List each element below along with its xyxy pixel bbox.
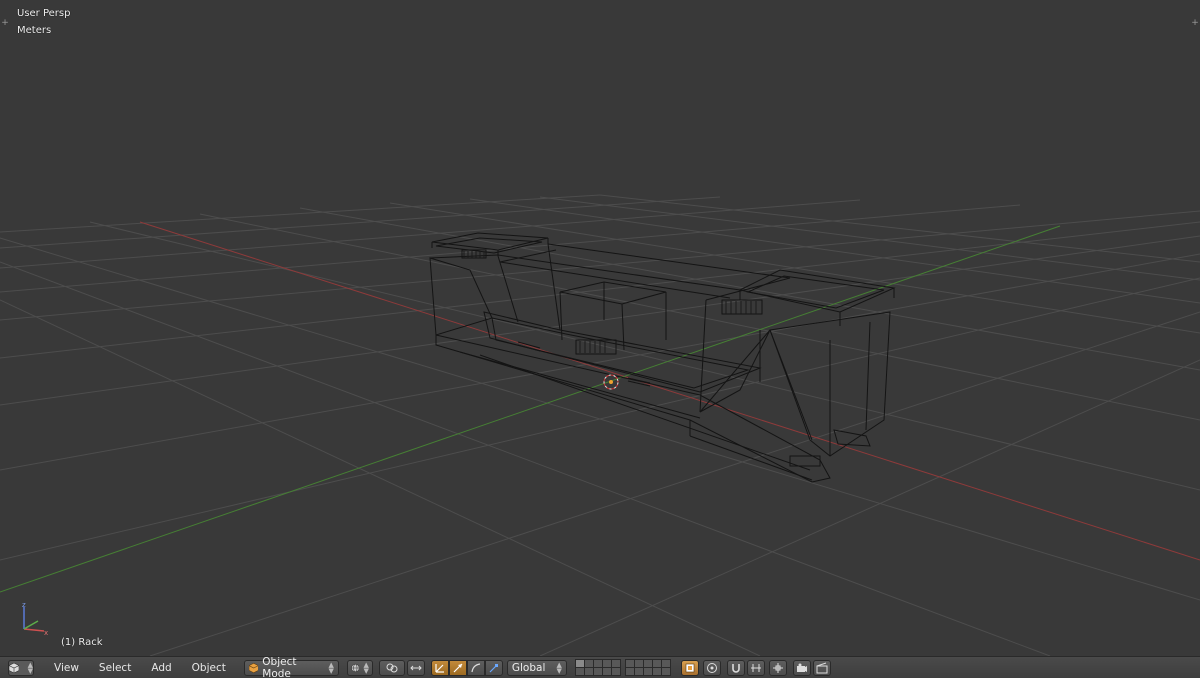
3d-viewport[interactable]: + + User Persp Meters z x (1) Rack xyxy=(0,0,1200,656)
rack-wireframe[interactable] xyxy=(429,232,896,483)
y-axis-line xyxy=(0,225,1061,593)
axes-gizmo-icon: z x xyxy=(22,601,48,637)
layer-lock-icon xyxy=(685,663,695,672)
viewport-shading-dropdown[interactable]: ▲ ▼ xyxy=(346,659,373,676)
manipulator-toggle[interactable] xyxy=(430,659,449,676)
arrow-icon xyxy=(453,663,463,672)
pivot-dropdown[interactable] xyxy=(378,659,405,676)
cube-icon xyxy=(9,662,19,673)
object-cube-icon xyxy=(248,662,259,673)
snap-increment-icon xyxy=(750,663,761,672)
mode-dropdown[interactable]: Object Mode ▲ ▼ xyxy=(243,656,339,678)
snap-target-dropdown[interactable] xyxy=(768,659,787,676)
active-object-label: (1) Rack xyxy=(61,637,103,648)
layers-grid-a[interactable] xyxy=(574,659,621,676)
magnet-icon xyxy=(732,663,740,673)
floor-grid xyxy=(0,194,1200,656)
svg-text:z: z xyxy=(22,601,26,609)
menu-object[interactable]: Object xyxy=(182,662,236,674)
snap-toggle[interactable] xyxy=(726,659,745,676)
viewport-scene[interactable] xyxy=(0,0,1200,656)
editor-type-selector[interactable]: ▲ ▼ xyxy=(8,659,34,676)
updown-arrows-icon: ▲ ▼ xyxy=(363,660,369,675)
translate-manipulator-button[interactable] xyxy=(448,659,467,676)
region-expand-right-icon[interactable]: + xyxy=(1190,16,1200,30)
snap-element-dropdown[interactable] xyxy=(746,659,765,676)
menu-select[interactable]: Select xyxy=(89,662,141,674)
pivot-icon xyxy=(386,663,398,672)
3d-cursor-icon[interactable] xyxy=(603,374,619,390)
proportional-editing-toggle[interactable] xyxy=(702,659,721,676)
viewport-header: ▲ ▼ View Select Add Object Object Mode ▲ ▼… xyxy=(0,656,1200,678)
transform-orientation-dropdown[interactable]: Global ▲ ▼ xyxy=(506,659,567,676)
transform-manipulator-icon xyxy=(435,663,444,673)
orientation-label: Global xyxy=(511,661,546,674)
scale-manipulator-button[interactable] xyxy=(484,659,503,676)
render-opengl-button[interactable] xyxy=(792,659,811,676)
rotate-manipulator-button[interactable] xyxy=(466,659,485,676)
updown-arrows-icon: ▲ ▼ xyxy=(556,660,562,675)
layers-grid-b[interactable] xyxy=(624,659,671,676)
region-expand-left-icon[interactable]: + xyxy=(0,16,10,30)
updown-arrows-icon: ▲ ▼ xyxy=(27,660,33,675)
render-animation-button[interactable] xyxy=(812,659,831,676)
x-axis-line xyxy=(139,221,1200,561)
menu-add[interactable]: Add xyxy=(141,662,181,674)
scale-icon xyxy=(489,663,498,672)
mode-dropdown-label: Object Mode xyxy=(262,655,297,678)
sphere-icon xyxy=(351,663,360,672)
manipulator-center-toggle[interactable] xyxy=(406,659,425,676)
proportional-circle-icon xyxy=(706,662,717,673)
lock-camera-layers-toggle[interactable] xyxy=(680,659,699,676)
svg-text:x: x xyxy=(44,629,48,637)
crosshair-icon xyxy=(772,662,783,673)
camera-icon xyxy=(796,663,807,672)
updown-arrows-icon: ▲ ▼ xyxy=(328,660,334,675)
clapperboard-icon xyxy=(816,662,828,673)
rotate-arc-icon xyxy=(471,662,480,672)
menu-view[interactable]: View xyxy=(44,662,89,674)
view-name-label: User Persp xyxy=(17,8,71,19)
manipulator-icon xyxy=(410,665,422,670)
units-label: Meters xyxy=(17,25,52,36)
